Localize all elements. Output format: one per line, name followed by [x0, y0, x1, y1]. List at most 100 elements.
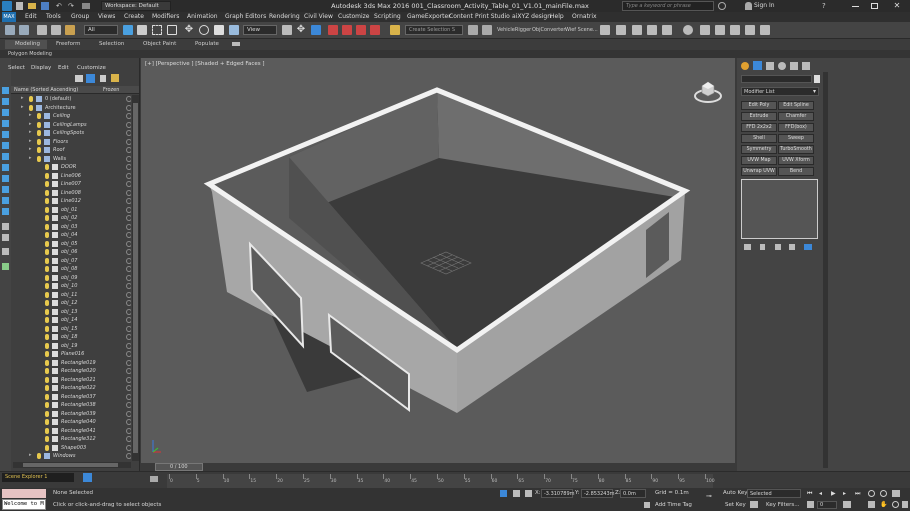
explorer-row[interactable]: obj_14 [11, 316, 131, 324]
column-frozen-header[interactable]: Frozen [103, 87, 119, 93]
explorer-row[interactable]: Rectangle312 [11, 435, 131, 443]
extrude-button[interactable]: Extrude [741, 112, 777, 121]
visibility-bulb-icon[interactable] [37, 453, 41, 459]
isolate-selection-icon[interactable] [500, 490, 507, 497]
explorer-row[interactable]: obj_11 [11, 291, 131, 299]
visibility-bulb-icon[interactable] [45, 325, 49, 332]
menu-group[interactable]: Group [71, 13, 89, 20]
display-all-icon[interactable] [2, 197, 9, 204]
absolute-mode-icon[interactable] [525, 490, 532, 497]
explorer-row[interactable]: ▸ Ceiling [11, 112, 131, 120]
open-icon[interactable] [28, 3, 36, 9]
auto-key-button[interactable]: Auto Key [723, 490, 748, 496]
pin-stack-icon[interactable] [744, 244, 751, 250]
display-influences-icon[interactable] [2, 223, 9, 230]
frozen-toggle-icon[interactable] [126, 215, 131, 221]
explorer-row[interactable]: ▸ Roof [11, 146, 131, 154]
display-tab-icon[interactable] [790, 62, 798, 70]
explorer-row[interactable]: Rectangle019 [11, 359, 131, 367]
place-icon[interactable] [229, 25, 239, 35]
motion-tab-icon[interactable] [778, 62, 786, 70]
tab-populate[interactable]: Populate [195, 41, 219, 47]
add-time-tag-icon[interactable] [644, 502, 650, 508]
default-in-out-tangents-icon[interactable] [750, 501, 758, 508]
visibility-bulb-icon[interactable] [45, 181, 49, 187]
visibility-bulb-icon[interactable] [45, 283, 49, 289]
display-frozen-icon[interactable] [2, 234, 9, 241]
menu-rendering[interactable]: Rendering [269, 13, 300, 20]
visibility-bulb-icon[interactable] [45, 359, 49, 366]
explorer-row[interactable]: Rectangle021 [11, 376, 131, 384]
mirror-icon[interactable] [468, 25, 478, 35]
menu-edit[interactable]: Edit [25, 13, 37, 20]
edit-named-selection-icon[interactable] [390, 25, 400, 35]
current-frame-field[interactable]: 0 [817, 501, 837, 509]
spinner-snap-icon[interactable] [370, 25, 380, 35]
expand-toggle-icon[interactable]: ▸ [29, 112, 32, 118]
frozen-toggle-icon[interactable] [126, 121, 131, 128]
expand-toggle-icon[interactable]: ▸ [29, 155, 32, 161]
sweep-button[interactable]: Sweep [778, 134, 814, 143]
expand-toggle-icon[interactable]: ▸ [29, 138, 32, 144]
tab-freeform[interactable]: Freeform [56, 41, 81, 47]
app-logo-icon[interactable] [2, 1, 12, 11]
visibility-bulb-icon[interactable] [45, 334, 49, 340]
explorer-row[interactable]: obj_08 [11, 265, 131, 273]
percent-snap-icon[interactable] [356, 25, 366, 35]
explorer-list-icon[interactable] [83, 473, 92, 482]
explorer-row[interactable]: Line006 [11, 172, 131, 180]
explorer-row[interactable]: ▸ Floors [11, 138, 131, 146]
hierarchy-tab-icon[interactable] [766, 62, 774, 70]
track-ruler[interactable]: 0 5 10 15 20 25 30 35 40 45 50 55 60 65 70 75 80 85 90 95 10… [167, 474, 715, 488]
redo-icon[interactable] [19, 25, 29, 35]
project-folder-icon[interactable] [82, 3, 90, 9]
display-shapes-icon[interactable] [2, 109, 9, 116]
expand-toggle-icon[interactable]: ▸ [29, 146, 32, 152]
explorer-row[interactable]: Plane016 [11, 350, 131, 358]
maximize-icon[interactable] [871, 3, 878, 9]
visibility-bulb-icon[interactable] [45, 342, 49, 349]
visibility-bulb-icon[interactable] [45, 368, 49, 374]
explorer-row[interactable]: obj_02 [11, 214, 131, 222]
maximize-viewport-icon[interactable] [902, 501, 908, 508]
menu-modifiers[interactable]: Modifiers [152, 13, 179, 20]
select-by-name-icon[interactable] [137, 25, 147, 35]
explorer-row[interactable]: Line008 [11, 189, 131, 197]
explorer-row[interactable]: obj_04 [11, 231, 131, 239]
visibility-bulb-icon[interactable] [45, 223, 49, 230]
search-icon[interactable] [718, 2, 726, 10]
frozen-toggle-icon[interactable] [126, 147, 131, 153]
frozen-toggle-icon[interactable] [126, 249, 131, 255]
minimize-icon[interactable] [852, 6, 859, 7]
modifier-stack[interactable] [741, 179, 818, 239]
menu-animation[interactable]: Animation [187, 13, 218, 20]
explorer-row[interactable]: ▸ CeilingSpots [11, 129, 131, 137]
mini-curve-editor-icon[interactable] [150, 476, 158, 482]
material-editor-icon[interactable] [683, 25, 693, 35]
explorer-row[interactable]: obj_12 [11, 299, 131, 307]
display-hidden-icon[interactable] [2, 248, 9, 255]
expand-toggle-icon[interactable]: ▸ [29, 452, 32, 458]
explorer-row[interactable]: Rectangle040 [11, 418, 131, 426]
edit-spline-button[interactable]: Edit Spline [778, 101, 814, 110]
menu-views[interactable]: Views [98, 13, 115, 20]
render-iterative-icon[interactable] [745, 25, 755, 35]
schematic-view-icon[interactable] [662, 25, 672, 35]
zoom-extents-icon[interactable] [892, 490, 900, 497]
visibility-bulb-icon[interactable] [45, 393, 49, 400]
visibility-bulb-icon[interactable] [45, 198, 49, 204]
display-helpers-icon[interactable] [2, 142, 9, 149]
play-icon[interactable]: ▶ [831, 490, 838, 497]
wireframe-scene-button[interactable]: Wief Scene... [565, 27, 598, 33]
undo-icon[interactable]: ↶ [56, 2, 64, 10]
frozen-toggle-icon[interactable] [126, 325, 131, 332]
expand-toggle-icon[interactable]: ▸ [29, 121, 32, 127]
explorer-menu-select[interactable]: Select [8, 65, 25, 71]
set-key-button[interactable]: Set Key [725, 502, 746, 508]
visibility-bulb-icon[interactable] [45, 300, 49, 306]
frozen-toggle-icon[interactable] [126, 189, 131, 196]
display-bones-icon[interactable] [2, 186, 9, 193]
visibility-bulb-icon[interactable] [45, 172, 49, 179]
column-name-header[interactable]: Name (Sorted Ascending) [14, 87, 78, 93]
display-spacewarps-icon[interactable] [2, 153, 9, 160]
